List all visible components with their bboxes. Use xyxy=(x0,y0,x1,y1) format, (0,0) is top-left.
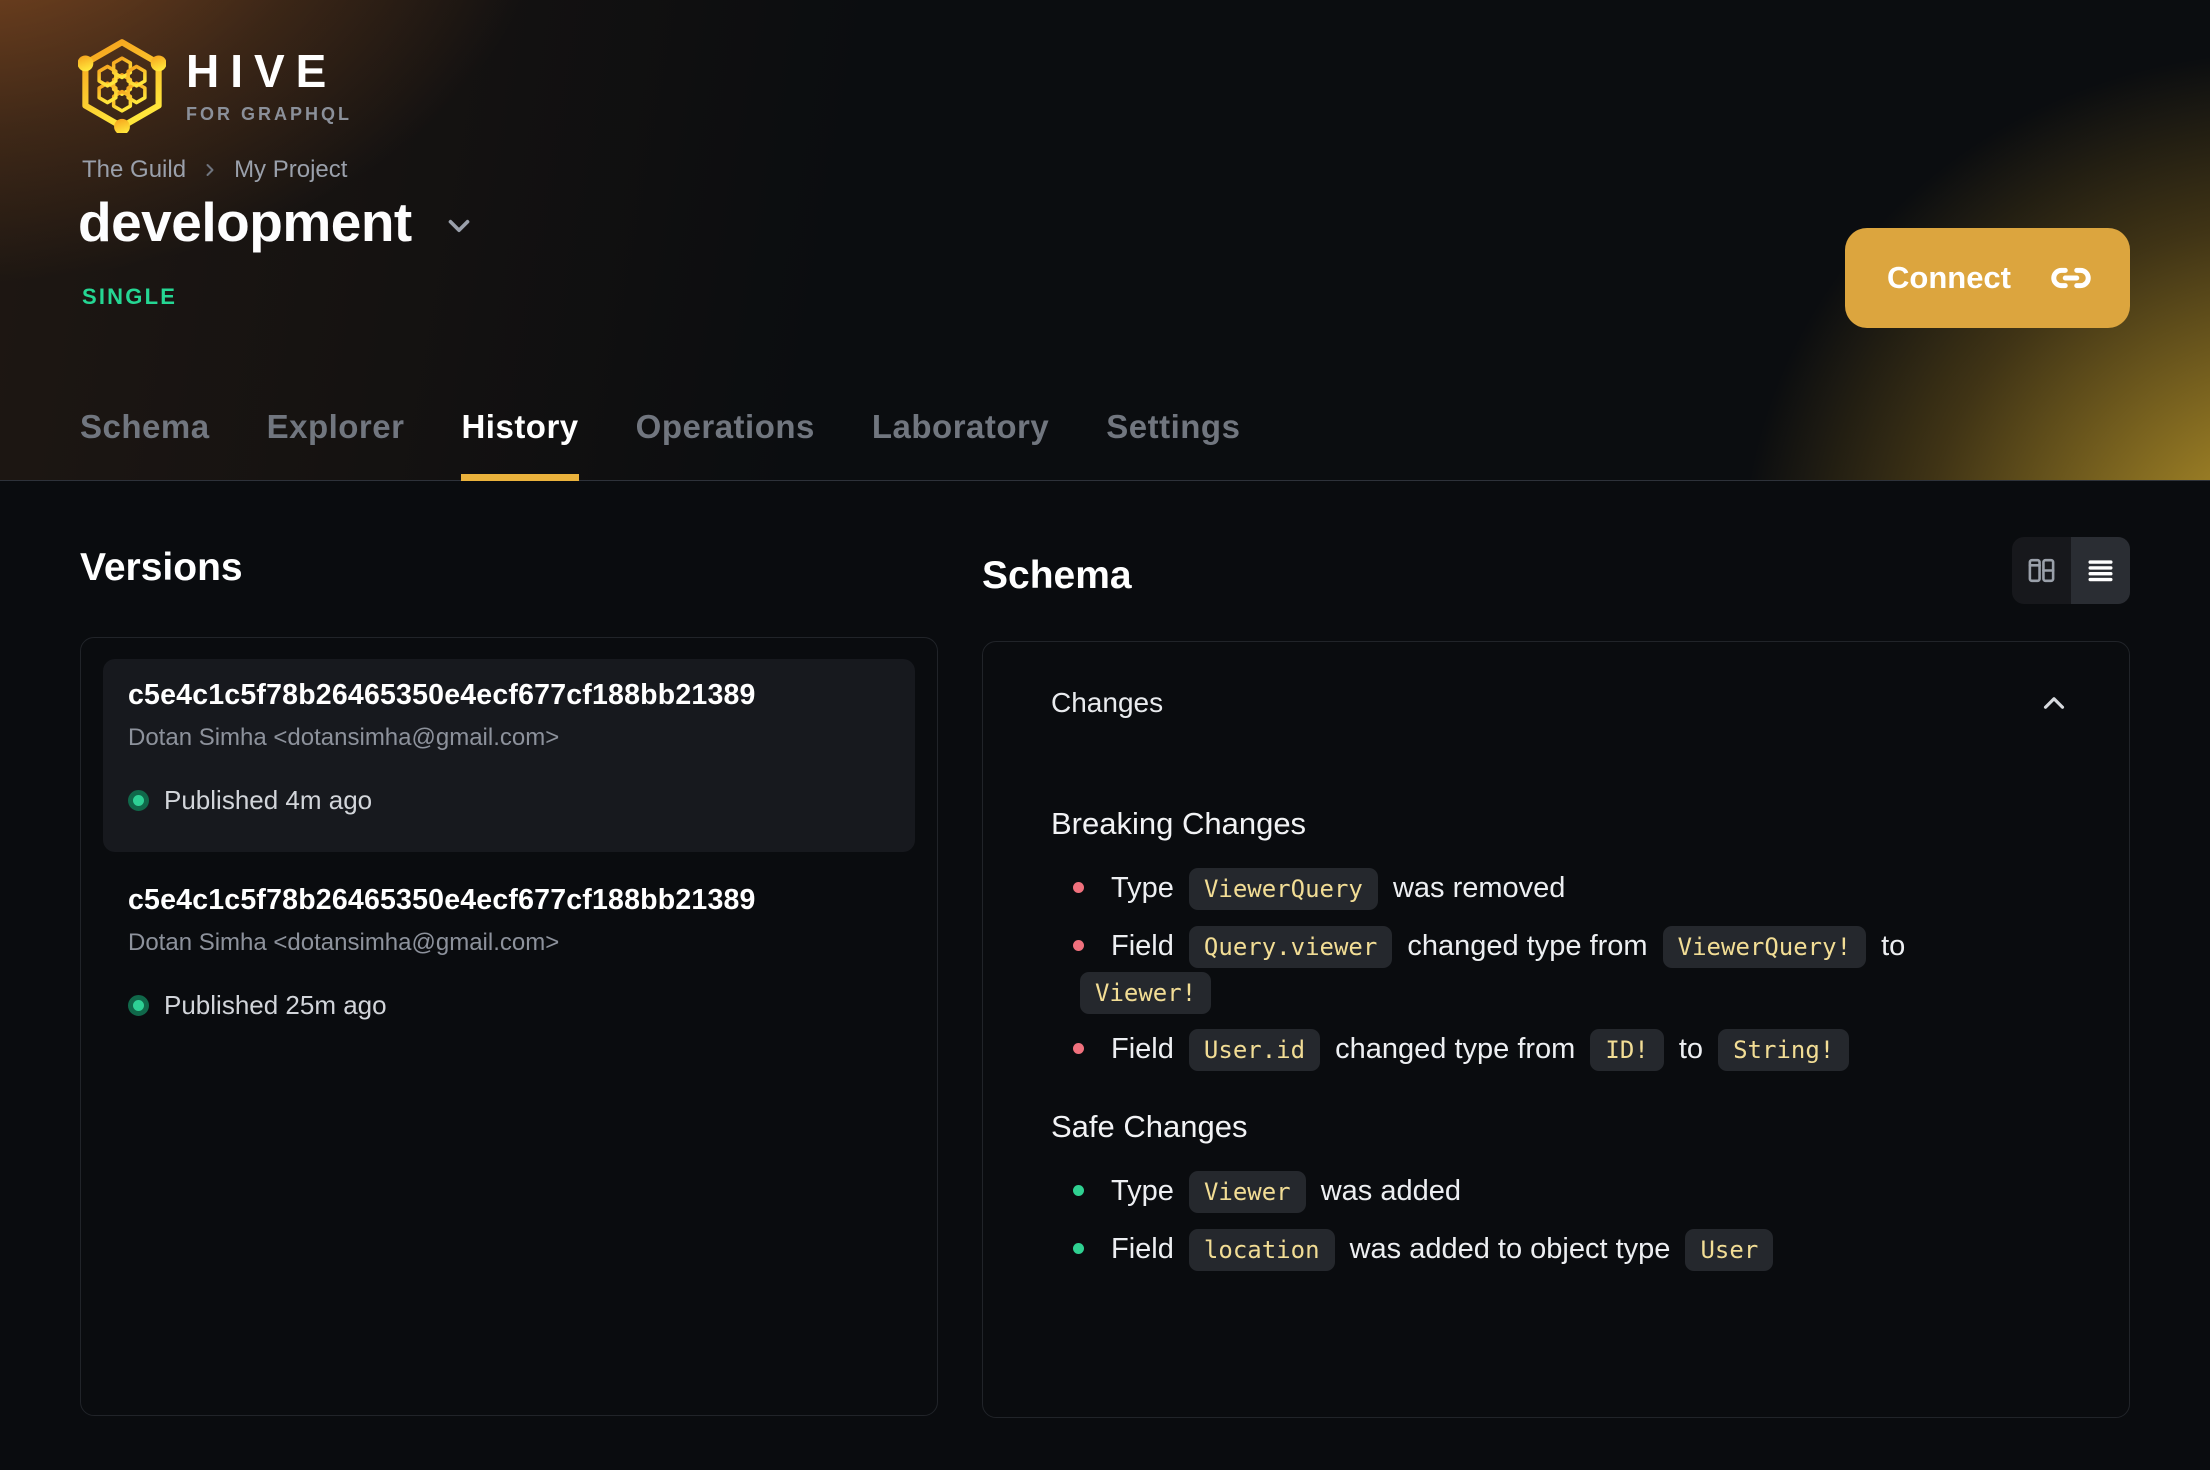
change-item: Type Viewer was added xyxy=(1073,1169,2003,1215)
schema-heading: Schema xyxy=(982,554,1132,597)
breaking-bullet-icon xyxy=(1073,882,1084,893)
change-section-title-breaking: Breaking Changes xyxy=(1051,806,1307,841)
versions-heading: Versions xyxy=(80,546,243,589)
change-item: Type ViewerQuery was removed xyxy=(1073,866,2003,912)
version-author: Dotan Simha <dotansimha@gmail.com> xyxy=(128,929,560,956)
change-sections: Breaking Changes Type ViewerQuery was rem… xyxy=(1051,806,2071,1273)
change-text: was removed xyxy=(1384,872,1566,904)
code-chip: ID! xyxy=(1590,1029,1664,1072)
version-status-text: Published 25m ago xyxy=(164,990,387,1020)
change-text: changed type from xyxy=(1327,1033,1584,1066)
version-card[interactable]: c5e4c1c5f78b26465350e4ecf677cf188bb21389… xyxy=(103,659,915,852)
change-text: Type xyxy=(1111,872,1182,904)
tab-laboratory[interactable]: Laboratory xyxy=(872,408,1049,481)
view-toggle xyxy=(2012,537,2130,604)
status-badge: SINGLE xyxy=(82,284,178,309)
version-card[interactable]: c5e4c1c5f78b26465350e4ecf677cf188bb21389… xyxy=(103,864,915,1057)
page-title: development xyxy=(78,191,412,253)
tab-schema[interactable]: Schema xyxy=(80,408,210,481)
chevron-down-icon[interactable] xyxy=(442,209,476,243)
change-text: was added xyxy=(1312,1175,1461,1208)
breaking-bullet-icon xyxy=(1073,939,1084,951)
safe-bullet-icon xyxy=(1073,1243,1084,1255)
safe-change-list: Type Viewer was added Field location was … xyxy=(1051,1169,2003,1273)
code-chip: location xyxy=(1188,1229,1335,1272)
connect-button-label: Connect xyxy=(1887,260,2011,295)
brand-logo[interactable]: HIVE FOR GRAPHQL xyxy=(78,36,352,133)
schema-column: Schema Changes Breaking Changes Type Vie… xyxy=(982,537,2130,1418)
chevron-up-icon[interactable] xyxy=(2037,686,2071,720)
versions-list: c5e4c1c5f78b26465350e4ecf677cf188bb21389… xyxy=(80,637,938,1416)
change-section-title-safe: Safe Changes xyxy=(1051,1109,1248,1145)
code-chip: User xyxy=(1685,1229,1774,1272)
code-chip: String! xyxy=(1718,1029,1850,1072)
code-chip: Query.viewer xyxy=(1188,925,1393,968)
columns-view-button[interactable] xyxy=(2012,537,2071,604)
versions-column: Versions c5e4c1c5f78b26465350e4ecf677cf1… xyxy=(80,545,938,1418)
code-chip: Viewer! xyxy=(1080,971,1212,1014)
changes-collapse-header[interactable]: Changes xyxy=(1051,686,2071,720)
main-content: Versions c5e4c1c5f78b26465350e4ecf677cf1… xyxy=(0,481,2210,1418)
code-chip: User.id xyxy=(1188,1029,1321,1072)
changes-panel: Changes Breaking Changes Type ViewerQuery… xyxy=(982,641,2130,1418)
version-status-text: Published 4m ago xyxy=(164,785,373,815)
breaking-bullet-icon xyxy=(1073,1043,1084,1055)
code-chip: ViewerQuery! xyxy=(1662,925,1867,968)
code-chip: Viewer xyxy=(1188,1171,1306,1214)
change-text: to xyxy=(1670,1033,1712,1066)
breadcrumb-item-the-guild[interactable]: The Guild xyxy=(82,156,186,184)
link-icon xyxy=(2051,267,2091,289)
tab-operations[interactable]: Operations xyxy=(636,408,815,481)
version-hash: c5e4c1c5f78b26465350e4ecf677cf188bb21389 xyxy=(128,679,756,711)
change-text: Type xyxy=(1111,1175,1182,1208)
change-item: Field User.id changed type from ID! to S… xyxy=(1073,1027,2003,1073)
list-view-button[interactable] xyxy=(2071,537,2130,604)
published-dot-icon xyxy=(128,790,149,811)
tab-settings[interactable]: Settings xyxy=(1106,408,1240,481)
change-text: Field xyxy=(1111,929,1182,962)
change-text: was added to object type xyxy=(1341,1233,1679,1266)
version-author: Dotan Simha <dotansimha@gmail.com> xyxy=(128,724,560,751)
connect-button[interactable]: Connect xyxy=(1845,228,2130,328)
breaking-change-list: Type ViewerQuery was removed Field Query.… xyxy=(1051,866,2003,1073)
change-text: Field xyxy=(1111,1033,1182,1066)
page-header: HIVE FOR GRAPHQL The Guild My Project dev… xyxy=(0,0,2210,481)
hive-logo-icon xyxy=(78,39,166,133)
version-status: Published 25m ago xyxy=(128,990,890,1021)
list-view-icon xyxy=(2088,560,2113,582)
change-text: changed type from xyxy=(1399,929,1656,962)
change-item: Field location was added to object type … xyxy=(1073,1227,2003,1273)
chevron-right-icon xyxy=(206,164,214,176)
brand-name: HIVE xyxy=(186,45,338,97)
columns-view-icon xyxy=(2028,558,2055,583)
brand-tagline: FOR GRAPHQL xyxy=(186,104,352,124)
change-text: Field xyxy=(1111,1233,1182,1266)
published-dot-icon xyxy=(128,995,149,1016)
version-status: Published 4m ago xyxy=(128,785,890,816)
code-chip: ViewerQuery xyxy=(1188,868,1378,910)
nav-tabs: Schema Explorer History Operations Laborator… xyxy=(80,408,1240,481)
version-hash: c5e4c1c5f78b26465350e4ecf677cf188bb21389 xyxy=(128,884,756,916)
safe-bullet-icon xyxy=(1073,1185,1084,1197)
change-text: to xyxy=(1873,929,1906,962)
tab-explorer[interactable]: Explorer xyxy=(267,408,405,481)
breadcrumb: The Guild My Project xyxy=(82,156,347,184)
breadcrumb-item-my-project[interactable]: My Project xyxy=(234,156,347,184)
change-item: Field Query.viewer changed type from Vie… xyxy=(1073,924,2003,1016)
tab-history[interactable]: History xyxy=(461,408,579,481)
changes-label: Changes xyxy=(1051,687,1164,718)
